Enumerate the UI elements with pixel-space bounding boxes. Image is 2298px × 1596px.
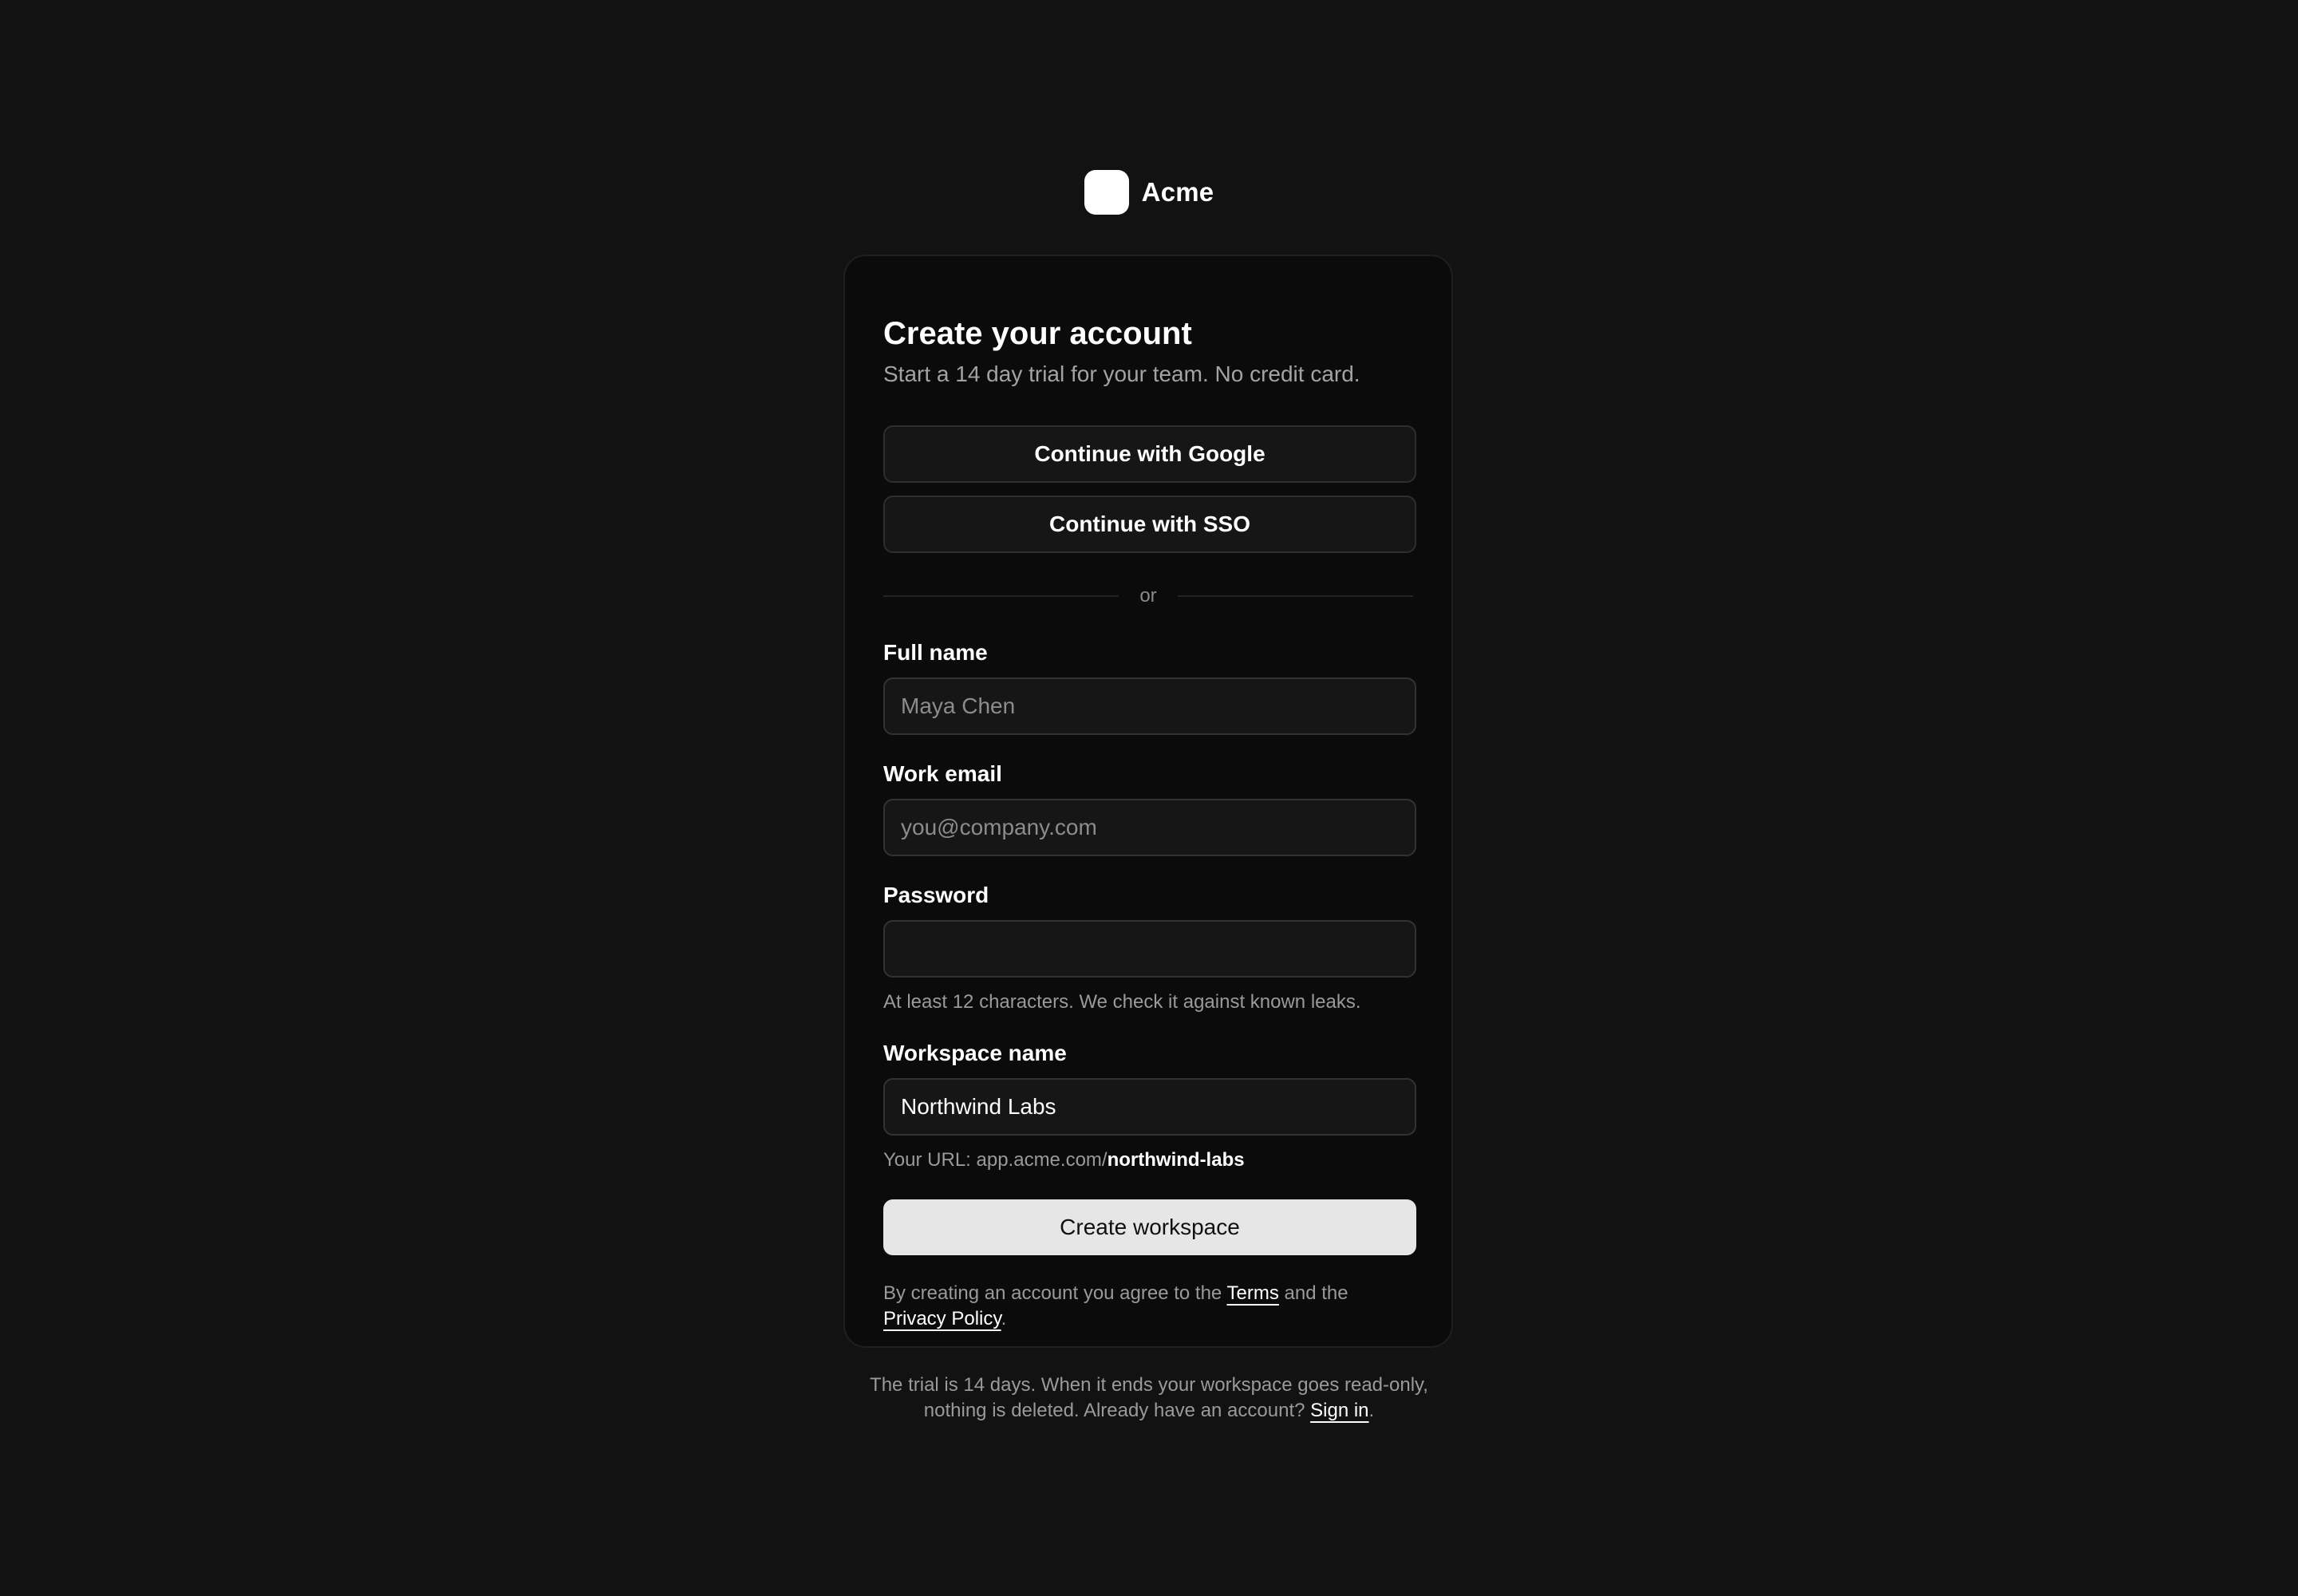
footer-line-1: The trial is 14 days. When it ends your …	[870, 1374, 1428, 1396]
page-subtitle: Start a 14 day trial for your team. No c…	[883, 361, 1360, 386]
brand-name: Acme	[1141, 177, 1214, 207]
page-title: Create your account	[883, 316, 1192, 351]
legal-prefix: By creating an account you agree to the	[883, 1282, 1227, 1304]
workspace-name-label: Workspace name	[883, 1041, 1067, 1065]
legal-suffix: .	[1001, 1308, 1007, 1329]
password-label: Password	[883, 883, 989, 907]
terms-link[interactable]: Terms	[1227, 1282, 1279, 1304]
create-workspace-button[interactable]: Create workspace	[883, 1199, 1416, 1255]
full-name-placeholder: Maya Chen	[901, 693, 1016, 718]
trial-footer-note: The trial is 14 days. When it ends your …	[0, 1373, 2298, 1424]
signup-card: Create your account Start a 14 day trial…	[843, 255, 1453, 1348]
full-name-label: Full name	[883, 640, 988, 665]
sign-in-link[interactable]: Sign in	[1310, 1400, 1368, 1421]
legal-middle: and the	[1278, 1282, 1348, 1304]
footer-line-2-prefix: nothing is deleted. Already have an acco…	[923, 1400, 1311, 1421]
brand-header: Acme	[0, 170, 2298, 215]
workspace-url-prefix: Your URL: app.acme.com/	[883, 1149, 1108, 1171]
workspace-url-slug: northwind-labs	[1107, 1149, 1245, 1171]
password-helper-text: At least 12 characters. We check it agai…	[883, 991, 1361, 1013]
workspace-url-hint: Your URL: app.acme.com/northwind-labs	[883, 1148, 1413, 1172]
workspace-name-value: Northwind Labs	[901, 1094, 1056, 1119]
work-email-input[interactable]: you@company.com	[883, 799, 1416, 856]
full-name-input[interactable]: Maya Chen	[883, 678, 1416, 735]
work-email-label: Work email	[883, 761, 1002, 786]
work-email-placeholder: you@company.com	[901, 815, 1097, 839]
or-divider: or	[883, 580, 1413, 612]
legal-notice: By creating an account you agree to the …	[883, 1281, 1413, 1332]
privacy-policy-link[interactable]: Privacy Policy	[883, 1308, 1001, 1329]
continue-with-sso-button[interactable]: Continue with SSO	[883, 496, 1416, 553]
password-input[interactable]	[883, 920, 1416, 978]
footer-line-2-suffix: .	[1368, 1400, 1375, 1421]
workspace-name-input[interactable]: Northwind Labs	[883, 1078, 1416, 1136]
divider-line-left	[883, 595, 1119, 597]
divider-text: or	[1139, 585, 1157, 606]
divider-line-right	[1177, 595, 1413, 597]
continue-with-google-button[interactable]: Continue with Google	[883, 425, 1416, 483]
footer-line-2: nothing is deleted. Already have an acco…	[0, 1398, 2298, 1424]
square-logo-icon	[1084, 170, 1129, 215]
